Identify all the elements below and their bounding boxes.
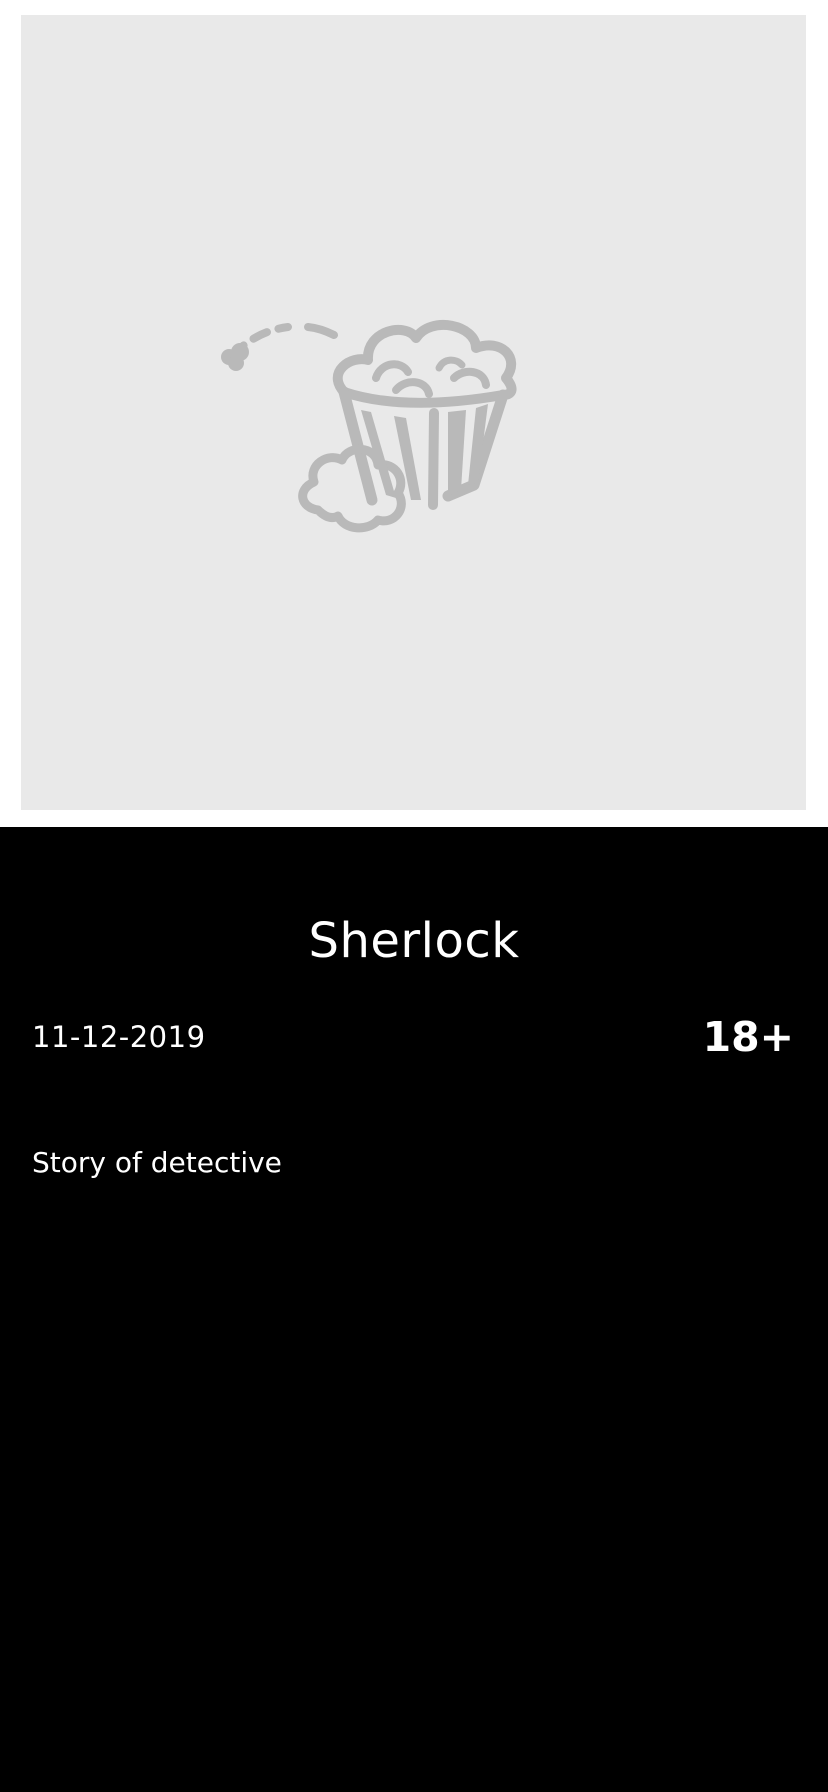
popcorn-icon bbox=[221, 319, 517, 533]
poster-area bbox=[0, 0, 828, 827]
movie-details: Sherlock 11-12-2019 18+ Story of detecti… bbox=[0, 827, 828, 1792]
movie-title: Sherlock bbox=[308, 913, 520, 969]
movie-description: Story of detective bbox=[32, 1146, 282, 1179]
release-date: 11-12-2019 bbox=[32, 1020, 206, 1054]
movie-detail-screen: Sherlock 11-12-2019 18+ Story of detecti… bbox=[0, 0, 828, 1792]
age-rating-badge: 18+ bbox=[702, 1013, 794, 1061]
poster-placeholder bbox=[21, 15, 806, 810]
